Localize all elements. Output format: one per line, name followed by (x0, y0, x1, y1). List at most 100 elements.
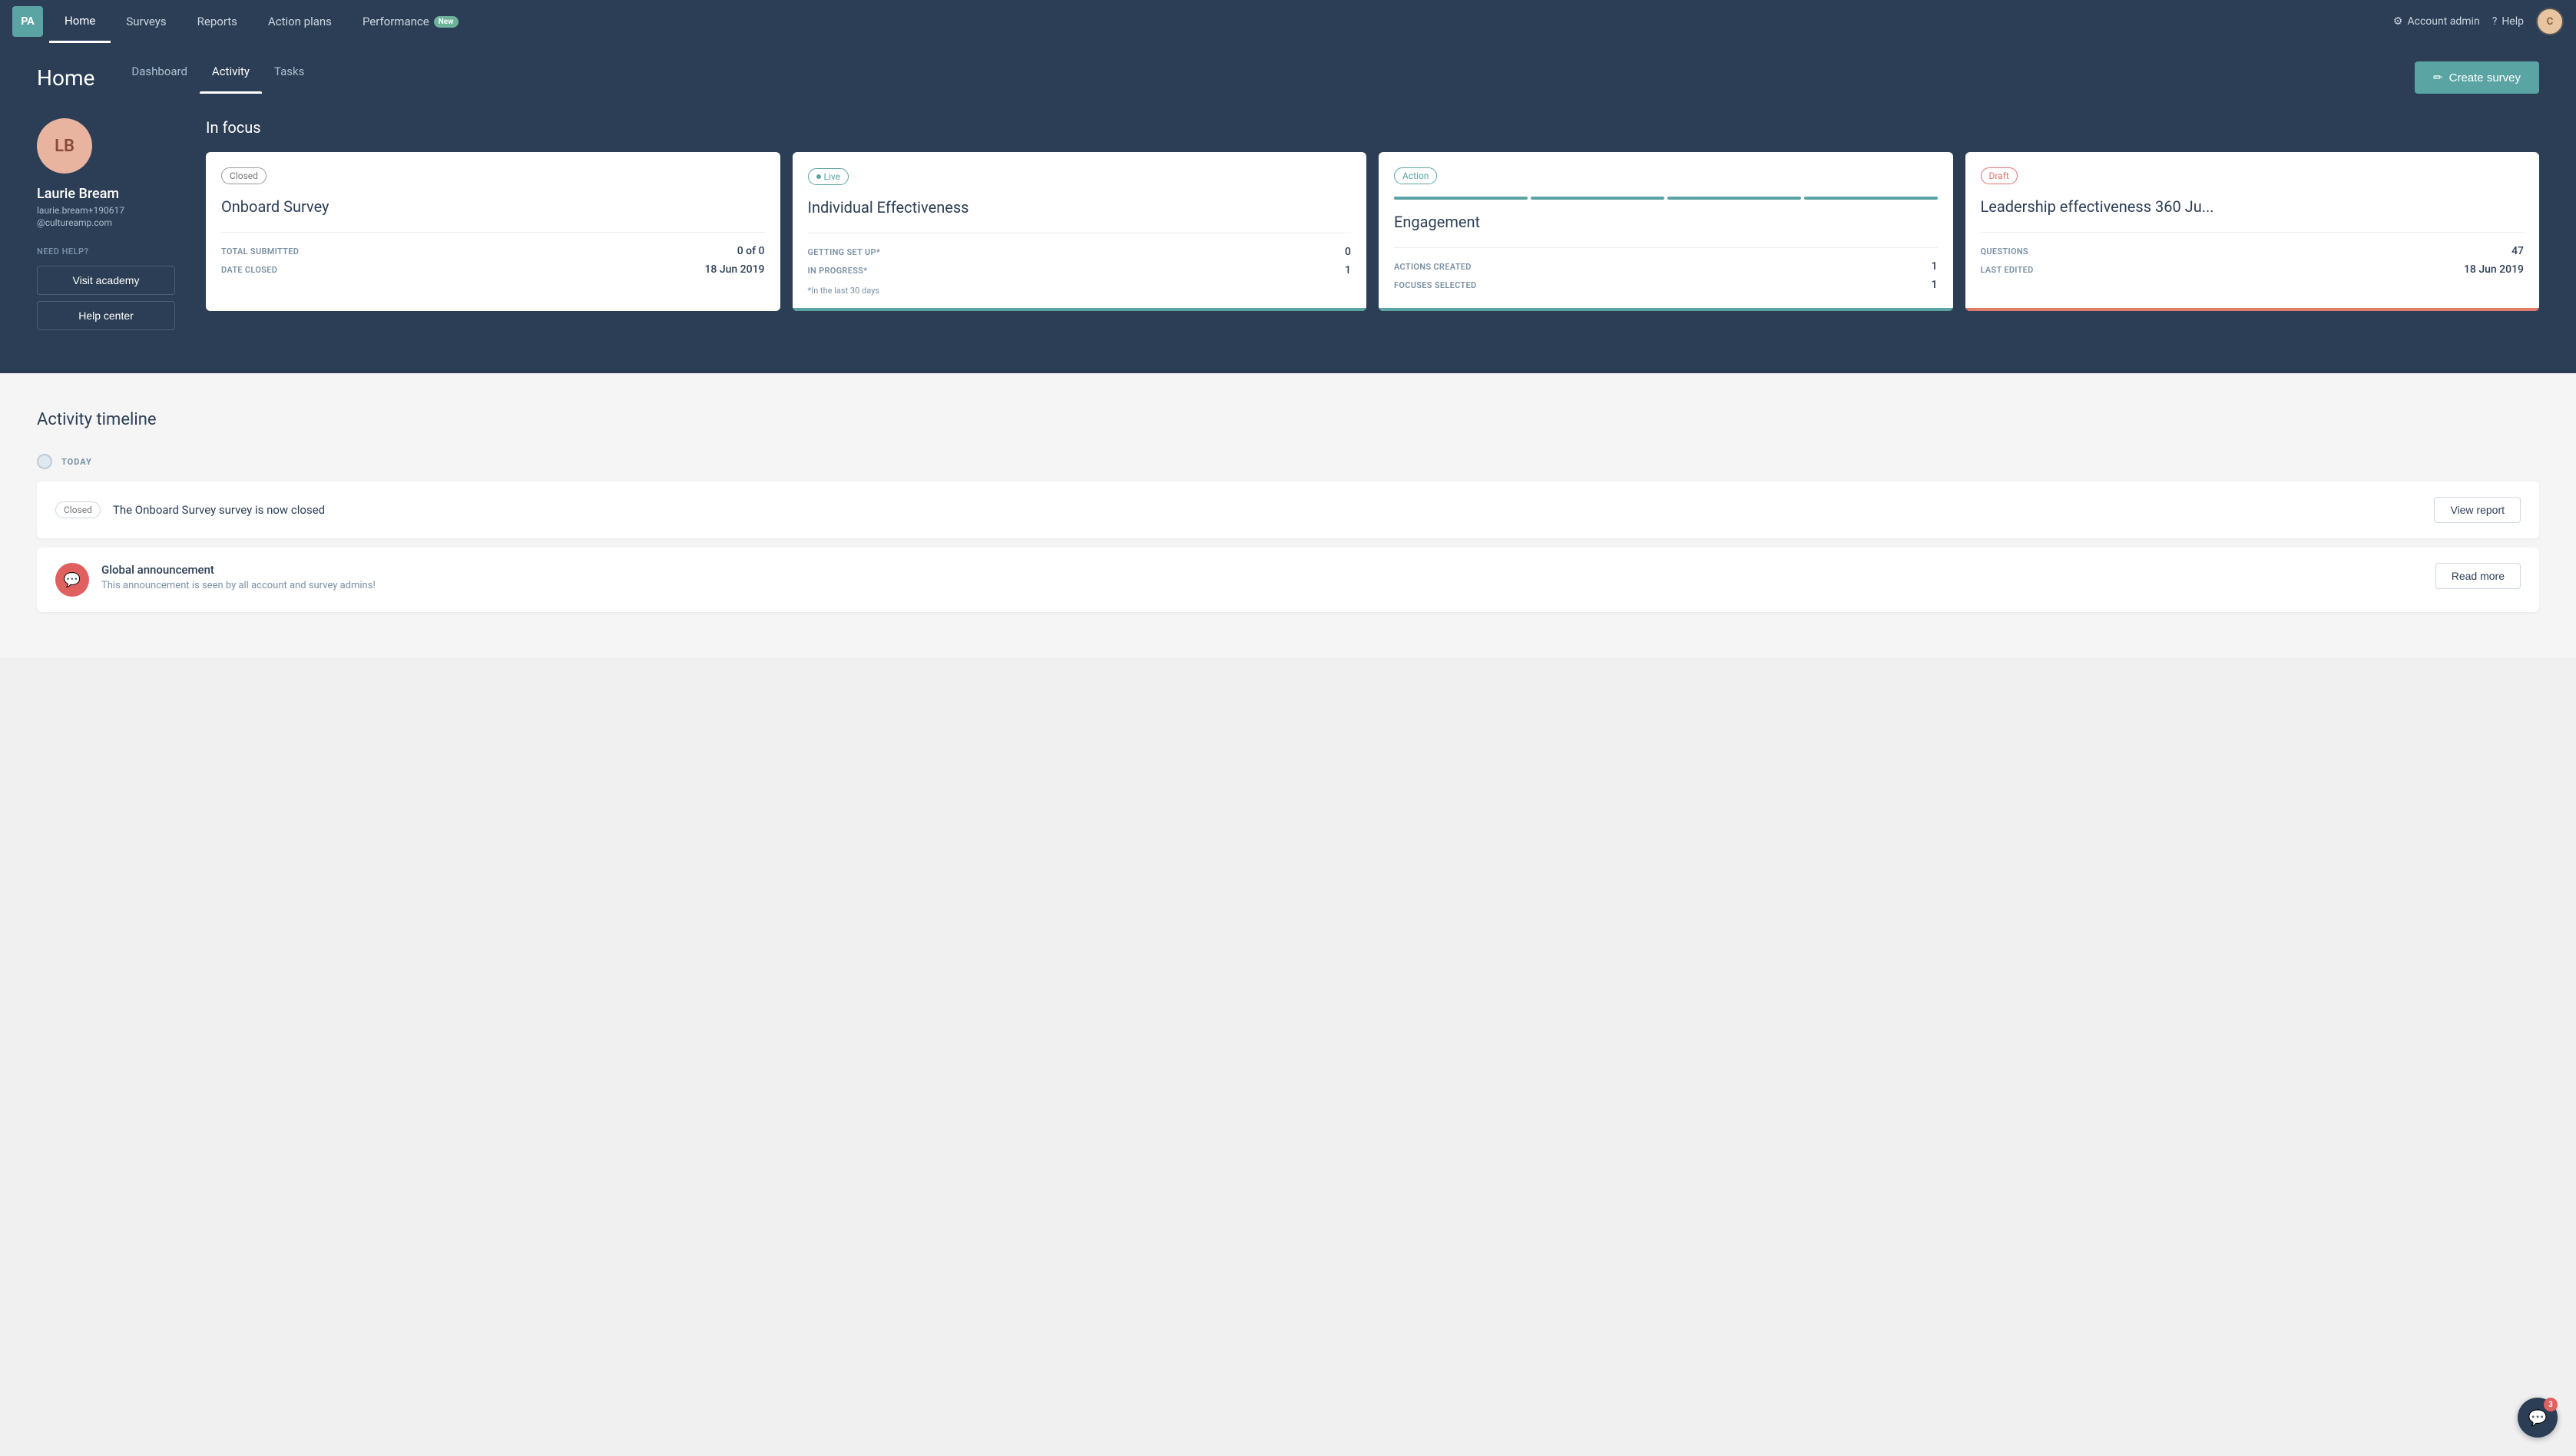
gear-icon: ⚙ (2393, 15, 2403, 28)
chat-icon: 💬 (2528, 1408, 2548, 1427)
logo: PA (12, 6, 43, 37)
activity-timeline-title: Activity timeline (37, 410, 2539, 429)
survey-card-effectiveness[interactable]: Live Individual Effectiveness GETTING SE… (793, 152, 1367, 311)
progress-seg-4 (1804, 197, 1938, 200)
card-title-leadership: Leadership effectiveness 360 Ju... (1981, 197, 2525, 217)
timeline-dot (37, 454, 52, 469)
stat-row-getting-set-up: GETTING SET UP* 0 (808, 243, 1352, 261)
user-avatar[interactable]: C (2536, 8, 2564, 35)
nav-items: Home Surveys Reports Action plans Perfor… (49, 0, 2393, 43)
card-footnote: *In the last 30 days (808, 286, 1352, 296)
survey-card-engagement[interactable]: Action Engagement ACTIONS CREATED 1 (1379, 152, 1953, 311)
stat-value: 1 (1932, 279, 1938, 291)
stat-value: 47 (2511, 245, 2524, 257)
progress-seg-1 (1394, 197, 1528, 200)
announcement-icon: 💬 (55, 563, 89, 597)
progress-seg-3 (1667, 197, 1801, 200)
card-bottom-bar (1965, 308, 2540, 311)
navigation: PA Home Surveys Reports Action plans Per… (0, 0, 2576, 43)
profile-name: Laurie Bream (37, 186, 119, 202)
card-bottom-bar (1379, 308, 1953, 311)
timeline-card-left: Closed The Onboard Survey survey is now … (55, 501, 325, 518)
stat-label: GETTING SET UP* (808, 247, 881, 257)
tab-tasks[interactable]: Tasks (262, 61, 316, 94)
read-more-button[interactable]: Read more (2435, 563, 2521, 589)
card-title-onboard: Onboard Survey (221, 197, 765, 217)
progress-bars (1394, 197, 1938, 200)
card-title-effectiveness: Individual Effectiveness (808, 197, 1352, 217)
stat-row-actions-created: ACTIONS CREATED 1 (1394, 257, 1938, 276)
stat-row-questions: QUESTIONS 47 (1981, 242, 2525, 260)
timeline-day-text: TODAY (61, 457, 92, 467)
survey-card-leadership[interactable]: Draft Leadership effectiveness 360 Ju...… (1965, 152, 2540, 311)
stat-value: 1 (1932, 260, 1938, 273)
help-label: Help (2502, 15, 2524, 28)
account-admin-label: Account admin (2407, 15, 2479, 28)
stat-row-date-closed: DATE CLOSED 18 Jun 2019 (221, 260, 765, 279)
header-section: Home Dashboard Activity Tasks ✏ Create s… (0, 43, 2576, 94)
card-status-closed: Closed (221, 167, 267, 184)
tab-dashboard[interactable]: Dashboard (119, 61, 200, 94)
stat-label: DATE CLOSED (221, 265, 277, 275)
hero-content: LB Laurie Bream laurie.bream+190617 @cul… (37, 118, 2539, 336)
question-icon: ? (2492, 15, 2498, 28)
card-status-live: Live (808, 168, 849, 185)
stat-value: 0 of 0 (737, 245, 765, 257)
nav-item-home[interactable]: Home (49, 0, 111, 43)
tab-activity[interactable]: Activity (200, 61, 262, 94)
stat-row-total-submitted: TOTAL SUBMITTED 0 of 0 (221, 242, 765, 260)
stat-label: QUESTIONS (1981, 247, 2028, 256)
stat-value: 1 (1345, 264, 1351, 276)
performance-badge: New (434, 16, 459, 28)
main-content: Activity timeline TODAY Closed The Onboa… (0, 373, 2576, 658)
card-bottom-bar (793, 308, 1367, 311)
progress-seg-2 (1531, 197, 1664, 200)
profile-email: laurie.bream+190617 (37, 205, 124, 216)
timeline-card-text: The Onboard Survey survey is now closed (113, 503, 325, 517)
profile-domain: @cultureamp.com (37, 217, 112, 228)
timeline: TODAY Closed The Onboard Survey survey i… (37, 454, 2539, 612)
stat-row-focuses-selected: FOCUSES SELECTED 1 (1394, 276, 1938, 294)
stat-value: 18 Jun 2019 (704, 263, 764, 276)
stat-label: LAST EDITED (1981, 265, 2034, 275)
card-title-engagement: Engagement (1394, 212, 1938, 232)
timeline-badge-closed: Closed (55, 501, 101, 518)
nav-item-reports[interactable]: Reports (182, 0, 253, 43)
nav-item-surveys[interactable]: Surveys (111, 0, 181, 43)
header-row: Home Dashboard Activity Tasks ✏ Create s… (37, 61, 2539, 94)
account-admin-link[interactable]: ⚙ Account admin (2393, 15, 2480, 28)
cards-row: Closed Onboard Survey TOTAL SUBMITTED 0 … (206, 152, 2539, 311)
timeline-item-announcement: 💬 Global announcement This announcement … (37, 548, 2539, 612)
stat-row-last-edited: LAST EDITED 18 Jun 2019 (1981, 260, 2525, 279)
view-report-button[interactable]: View report (2434, 497, 2521, 523)
survey-card-onboard[interactable]: Closed Onboard Survey TOTAL SUBMITTED 0 … (206, 152, 780, 311)
in-focus-section: In focus Closed Onboard Survey TOTAL SUB… (206, 118, 2539, 336)
live-dot (816, 174, 821, 179)
profile-avatar: LB (37, 118, 92, 174)
announcement-title: Global announcement (101, 563, 2423, 577)
create-survey-button[interactable]: ✏ Create survey (2415, 61, 2539, 94)
nav-item-performance[interactable]: Performance New (347, 0, 474, 43)
hero-section: LB Laurie Bream laurie.bream+190617 @cul… (0, 94, 2576, 373)
chat-bubble[interactable]: 💬 3 (2518, 1398, 2558, 1438)
header-title-group: Home Dashboard Activity Tasks (37, 61, 316, 94)
stat-label: ACTIONS CREATED (1394, 262, 1472, 272)
stat-label: IN PROGRESS* (808, 266, 868, 276)
pencil-icon: ✏ (2433, 71, 2443, 84)
chat-badge: 3 (2544, 1398, 2558, 1411)
timeline-day-label: TODAY (37, 454, 2539, 469)
timeline-item-survey-closed: Closed The Onboard Survey survey is now … (37, 481, 2539, 538)
help-link[interactable]: ? Help (2492, 15, 2524, 28)
announcement-subtitle: This announcement is seen by all account… (101, 580, 2423, 591)
help-center-button[interactable]: Help center (37, 301, 175, 330)
visit-academy-button[interactable]: Visit academy (37, 266, 175, 295)
stat-value: 18 Jun 2019 (2464, 263, 2524, 276)
stat-label: TOTAL SUBMITTED (221, 247, 299, 256)
card-status-draft: Draft (1981, 167, 2018, 184)
create-survey-label: Create survey (2449, 71, 2521, 84)
in-focus-title: In focus (206, 118, 2539, 137)
stat-row-in-progress: IN PROGRESS* 1 (808, 261, 1352, 280)
nav-item-action-plans[interactable]: Action plans (253, 0, 347, 43)
page-title: Home (37, 65, 94, 91)
need-help-label: NEED HELP? (37, 247, 89, 256)
